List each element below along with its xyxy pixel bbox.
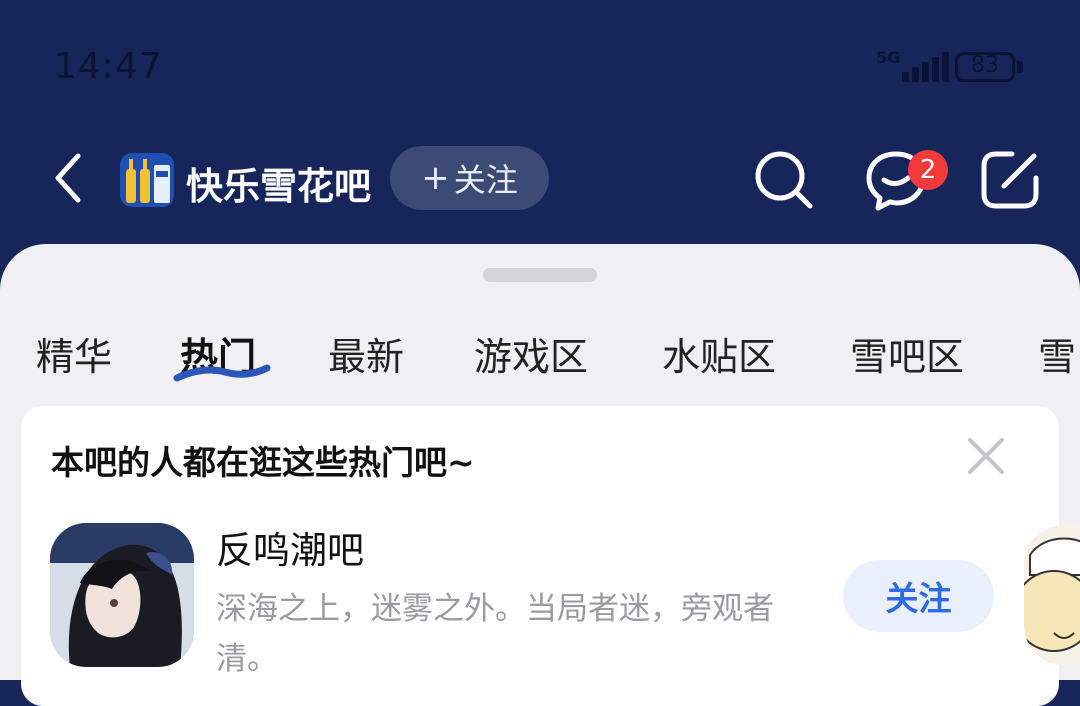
battery-level: 83	[971, 53, 999, 78]
back-button[interactable]	[48, 150, 88, 206]
follow-recommended-button[interactable]: 关注	[843, 560, 994, 632]
follow-forum-button[interactable]: + 关注	[390, 146, 549, 210]
battery-icon: 83	[955, 52, 1015, 82]
forum-title: 快乐雪花吧	[186, 165, 371, 208]
search-icon	[755, 151, 813, 209]
status-bar: 14:47 5G 83	[0, 0, 1080, 120]
close-recommend-button[interactable]	[966, 436, 1006, 476]
category-tabs: 精华 热门 最新 游戏区 水贴区 雪吧区 雪	[0, 326, 1080, 392]
follow-label: 关注	[453, 161, 518, 199]
recommend-title: 本吧的人都在逛这些热门吧~	[51, 443, 475, 482]
close-icon	[968, 438, 1004, 474]
tab-game-zone[interactable]: 游戏区	[474, 326, 588, 381]
edit-icon	[981, 151, 1039, 209]
tab-snow-zone[interactable]: 雪吧区	[850, 326, 964, 381]
plus-icon: +	[421, 158, 450, 198]
forum-avatar[interactable]	[120, 153, 174, 207]
recommended-forum-name[interactable]: 反鸣潮吧	[216, 520, 364, 574]
message-count-badge: 2	[908, 150, 948, 190]
anime-character-avatar-icon	[50, 523, 194, 667]
tab-latest[interactable]: 最新	[328, 326, 404, 381]
cartoon-face-icon	[1024, 525, 1080, 665]
next-recommended-avatar[interactable]	[1024, 525, 1080, 665]
active-tab-underline	[173, 364, 271, 382]
tab-featured[interactable]: 精华	[36, 326, 112, 381]
tab-snow-more[interactable]: 雪	[1038, 326, 1076, 381]
tab-water-zone[interactable]: 水贴区	[662, 326, 776, 381]
compose-button[interactable]	[978, 148, 1042, 212]
battery-tip	[1017, 61, 1023, 73]
signal-icon: 5G	[876, 48, 949, 84]
recommended-forum-description: 深海之上，迷雾之外。当局者迷，旁观者清。	[216, 591, 774, 677]
recommended-forum-avatar[interactable]	[50, 523, 194, 667]
chevron-left-icon	[55, 153, 81, 203]
beer-bottles-icon	[120, 153, 174, 207]
status-time: 14:47	[54, 46, 163, 87]
sheet-grabber[interactable]	[483, 268, 597, 282]
search-button[interactable]	[752, 148, 816, 212]
